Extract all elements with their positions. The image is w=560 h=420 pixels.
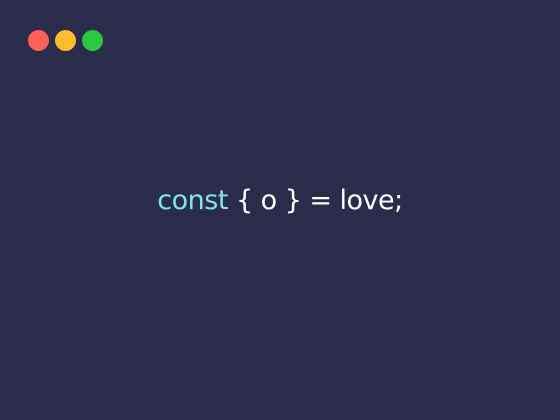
- close-button[interactable]: [28, 30, 49, 51]
- maximize-button[interactable]: [82, 30, 103, 51]
- code-keyword: const: [157, 185, 228, 216]
- code-close-brace: }: [284, 185, 302, 216]
- editor-window: const{o} = love;: [0, 0, 560, 420]
- code-line: const{o} = love;: [0, 183, 560, 219]
- code-value: love;: [339, 185, 403, 216]
- code-operator: =: [309, 185, 332, 216]
- minimize-button[interactable]: [55, 30, 76, 51]
- code-identifier: o: [260, 185, 278, 216]
- code-open-brace: {: [235, 185, 253, 216]
- window-controls: [28, 30, 103, 51]
